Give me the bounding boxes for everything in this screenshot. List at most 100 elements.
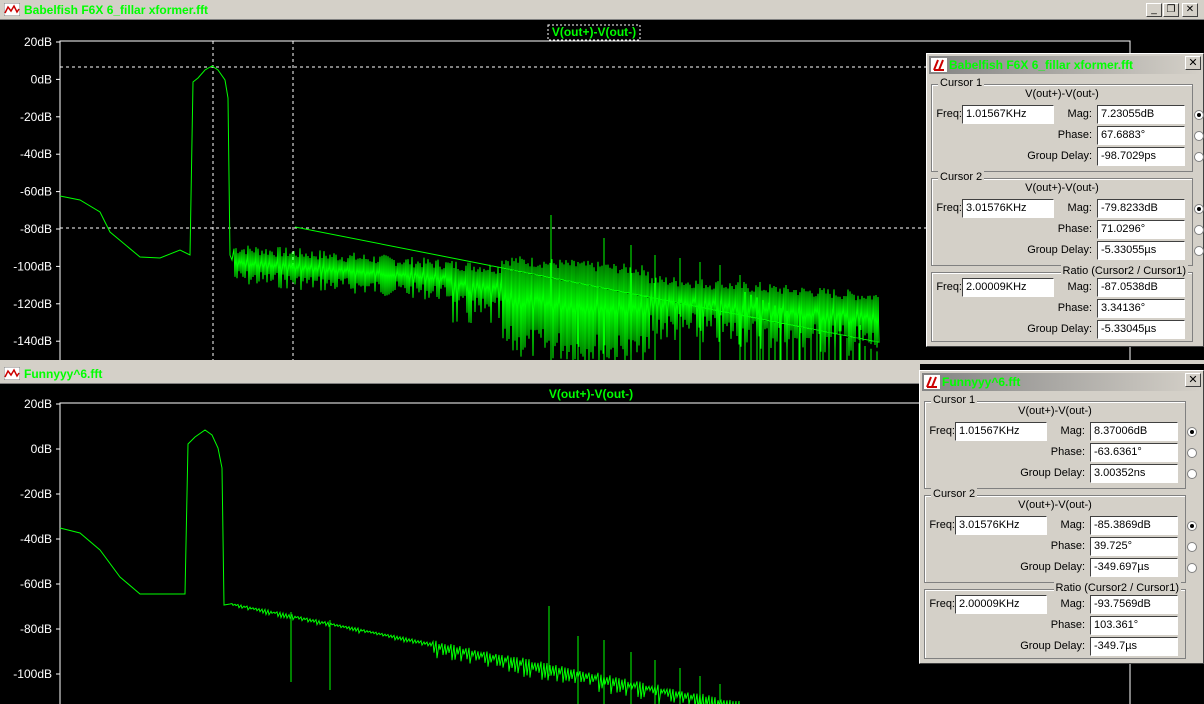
phase-field[interactable]: 67.6883° (1097, 126, 1185, 145)
phase-label: Phase: (1050, 540, 1085, 552)
y-tick-label: -80dB (20, 222, 52, 236)
mag-label: Mag: (1067, 108, 1092, 120)
mag-label: Mag: (1060, 519, 1085, 531)
panel-close-button[interactable]: ✕ (1185, 56, 1201, 70)
group-delay-radio[interactable] (1187, 563, 1197, 573)
y-tick-label: -80dB (20, 622, 52, 636)
freq-label: Freq: (936, 281, 962, 293)
waveform-icon (4, 367, 20, 380)
phase-field[interactable]: 3.34136° (1097, 299, 1185, 318)
phase-label: Phase: (1057, 302, 1092, 314)
panel-close-button[interactable]: ✕ (1185, 373, 1201, 387)
y-tick-label: -40dB (20, 532, 52, 546)
group-delay-field[interactable]: -5.33045µs (1097, 320, 1185, 339)
group-label: Ratio (Cursor2 / Cursor1) (1060, 265, 1188, 277)
panel-title: Funnyyy^6.fft (942, 375, 1021, 389)
signal-name: V(out+)-V(out-) (1025, 182, 1099, 194)
mag-radio[interactable] (1187, 427, 1197, 437)
group-delay-radio[interactable] (1194, 152, 1204, 162)
y-tick-label: -100dB (13, 259, 52, 273)
cursor2-group: Cursor 2 V(out+)-V(out-) Freq: 3.01576KHz Ma… (931, 171, 1204, 266)
fft-trace (59, 65, 880, 360)
cursor1-group: Cursor 1 V(out+)-V(out-) Freq: 1.01567KHz Ma… (924, 394, 1197, 489)
cursor-panel-1: Babelfish F6X 6_fillar xformer.fft ✕ Cur… (926, 53, 1204, 347)
y-tick-label: -20dB (20, 110, 52, 124)
phase-radio[interactable] (1194, 131, 1204, 141)
signal-name: V(out+)-V(out-) (1018, 405, 1092, 417)
group-delay-label: Group Delay: (1027, 323, 1092, 335)
ltspice-icon (931, 58, 947, 72)
phase-label: Phase: (1057, 129, 1092, 141)
freq-label: Freq: (936, 108, 962, 120)
cursor2-group: Cursor 2 V(out+)-V(out-) Freq: 3.01576KHz Ma… (924, 488, 1197, 583)
mag-radio[interactable] (1194, 110, 1204, 120)
y-tick-label: 0dB (31, 72, 52, 86)
window-title: Funnyyy^6.fft (24, 367, 103, 381)
group-delay-field[interactable]: -349.697µs (1090, 558, 1178, 577)
freq-label: Freq: (929, 425, 955, 437)
phase-field[interactable]: -63.6361° (1090, 443, 1178, 462)
ratio-group: Ratio (Cursor2 / Cursor1) Freq: 2.00009KHz… (924, 582, 1186, 659)
cursor-panel-2: Funnyyy^6.fft ✕ Cursor 1 V(out+)-V(out-) F… (919, 370, 1204, 664)
ratio-group: Ratio (Cursor2 / Cursor1) Freq: 2.00009KHz… (931, 265, 1193, 342)
group-delay-field[interactable]: -5.33055µs (1097, 241, 1185, 260)
window-title: Babelfish F6X 6_fillar xformer.fft (24, 3, 209, 17)
group-delay-field[interactable]: -98.7029ps (1097, 147, 1185, 166)
phase-field[interactable]: 103.361° (1090, 616, 1178, 635)
y-tick-label: -20dB (20, 487, 52, 501)
y-tick-label: -60dB (20, 185, 52, 199)
signal-name: V(out+)-V(out-) (1018, 499, 1092, 511)
group-delay-radio[interactable] (1194, 246, 1204, 256)
close-button[interactable]: ✕ (1182, 3, 1198, 17)
trace-label[interactable]: V(out+)-V(out-) (549, 387, 633, 401)
y-tick-label: -60dB (20, 577, 52, 591)
group-delay-label: Group Delay: (1027, 150, 1092, 162)
trace-label[interactable]: V(out+)-V(out-) (552, 25, 636, 39)
signal-name: V(out+)-V(out-) (1025, 88, 1099, 100)
group-delay-label: Group Delay: (1020, 467, 1085, 479)
mag-label: Mag: (1067, 281, 1092, 293)
phase-label: Phase: (1050, 446, 1085, 458)
ltspice-icon (924, 375, 940, 389)
phase-label: Phase: (1057, 223, 1092, 235)
minimize-button[interactable]: _ (1146, 3, 1162, 17)
group-delay-field[interactable]: -349.7µs (1090, 637, 1178, 656)
phase-label: Phase: (1050, 619, 1085, 631)
phase-radio[interactable] (1187, 542, 1197, 552)
mag-field[interactable]: -85.3869dB (1090, 516, 1178, 535)
mag-radio[interactable] (1187, 521, 1197, 531)
panel-title-bar[interactable]: Babelfish F6X 6_fillar xformer.fft (929, 56, 1201, 74)
window-title-bar-2[interactable]: Funnyyy^6.fft (0, 364, 920, 384)
phase-radio[interactable] (1194, 225, 1204, 235)
restore-button[interactable]: ❐ (1163, 3, 1179, 17)
y-tick-label: 0dB (31, 442, 52, 456)
fft-trace (59, 429, 740, 704)
freq-label: Freq: (929, 519, 955, 531)
mag-field[interactable]: -79.8233dB (1097, 199, 1185, 218)
phase-radio[interactable] (1187, 448, 1197, 458)
mag-field[interactable]: -93.7569dB (1090, 595, 1178, 614)
cursor1-group: Cursor 1 V(out+)-V(out-) Freq: 1.01567KHz Ma… (931, 77, 1204, 172)
y-tick-label: -140dB (13, 334, 52, 348)
y-tick-label: -120dB (13, 297, 52, 311)
mag-field[interactable]: -87.0538dB (1097, 278, 1185, 297)
panel-title: Babelfish F6X 6_fillar xformer.fft (949, 58, 1134, 72)
mag-field[interactable]: 8.37006dB (1090, 422, 1178, 441)
mag-radio[interactable] (1194, 204, 1204, 214)
group-delay-field[interactable]: 3.00352ns (1090, 464, 1178, 483)
panel-title-bar[interactable]: Funnyyy^6.fft (922, 373, 1201, 391)
phase-field[interactable]: 39.725° (1090, 537, 1178, 556)
window-title-bar-1[interactable]: Babelfish F6X 6_fillar xformer.fft _ ❐ ✕ (0, 0, 1204, 20)
y-tick-label: -100dB (13, 667, 52, 681)
waveform-icon (4, 3, 20, 16)
y-axis-ticks: 20dB 0dB -20dB -40dB -60dB -80dB -100dB (13, 397, 60, 681)
mag-label: Mag: (1060, 425, 1085, 437)
y-axis-ticks: 20dB 0dB -20dB -40dB -60dB -80dB -100dB -120dB -… (13, 35, 60, 348)
freq-label: Freq: (929, 598, 955, 610)
mag-label: Mag: (1060, 598, 1085, 610)
phase-field[interactable]: 71.0296° (1097, 220, 1185, 239)
mag-field[interactable]: 7.23055dB (1097, 105, 1185, 124)
group-delay-radio[interactable] (1187, 469, 1197, 479)
y-tick-label: -40dB (20, 147, 52, 161)
group-delay-label: Group Delay: (1020, 561, 1085, 573)
